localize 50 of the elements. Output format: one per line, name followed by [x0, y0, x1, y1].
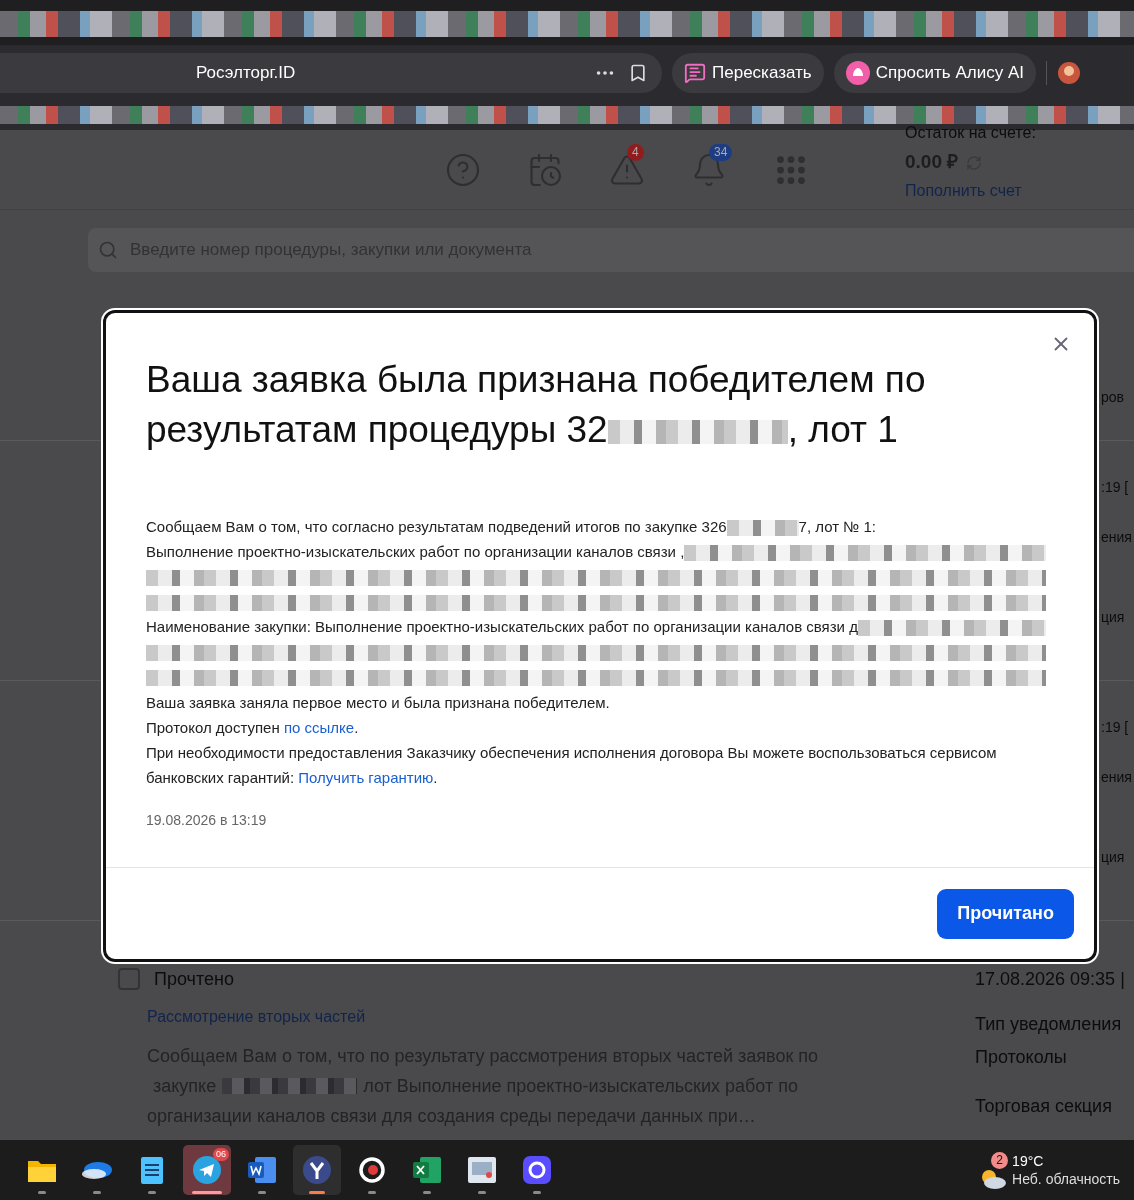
date-text: 17.08.2026 09:35 |	[975, 968, 1125, 991]
message-text: Протокол доступен по ссылке.	[146, 718, 360, 738]
toolbar-button[interactable]: Спросить Алису AI	[833, 52, 1036, 93]
type-value: Протоколы	[975, 1046, 1068, 1069]
taskbar-button[interactable]	[293, 1145, 341, 1195]
type-label: Тип уведомления	[975, 1013, 1123, 1036]
bookmark-icon[interactable]	[628, 62, 648, 83]
chat-icon[interactable]	[522, 1155, 552, 1185]
status-text: Прочтено	[154, 967, 234, 991]
message-sparkle-icon	[684, 61, 706, 84]
section-label: ция	[1101, 848, 1126, 867]
message-text: 7, лот № 1:	[798, 517, 877, 538]
message-text: При необходимости предоставления Заказчику обеспечения исполнения договора Вы можете воспользоваться сервисом банковских гарантий: Получить гарантию.	[146, 743, 998, 788]
search-icon	[98, 240, 118, 260]
date-text: :19 [	[1101, 718, 1130, 737]
assistant-icon	[845, 60, 870, 85]
site-title: Росэлторг.ID	[196, 61, 296, 84]
monitor-icon[interactable]	[467, 1156, 497, 1184]
date-text: :19 [	[1101, 478, 1130, 497]
count-badge: 4	[627, 143, 644, 161]
address-bar[interactable]: Росэлторг.ID	[0, 52, 662, 93]
browser-icon[interactable]	[302, 1155, 332, 1185]
message-text: Сообщаем Вам о том, что согласно результатам подведений итогов по закупке 326	[146, 517, 727, 538]
cloud-icon[interactable]	[81, 1159, 113, 1181]
notepad-icon[interactable]	[140, 1155, 164, 1185]
message-text: Наименование закупки: Выполнение проектно-изыскательских работ по организации каналов связи д	[146, 617, 858, 638]
timestamp: 19.08.2026 в 13:19	[146, 811, 268, 830]
type-label: ения	[1101, 528, 1133, 547]
weather-text: Неб. облачность	[1012, 1170, 1120, 1188]
section-label: ция	[1101, 608, 1126, 627]
spreadsheet-icon[interactable]	[412, 1156, 442, 1184]
balance-label: Остаток на счете:	[905, 124, 1036, 143]
dialog-title: Ваша заявка была признана победителем по результатам процедуры 32 , лот 1	[146, 358, 927, 452]
avatar-icon[interactable]	[1057, 60, 1081, 85]
status-text: ров	[1101, 388, 1125, 407]
type-label: ения	[1101, 768, 1133, 787]
count-badge: 34	[709, 143, 733, 161]
message-text: Ваша заявка заняла первое место и была признана победителем.	[146, 693, 611, 713]
target-icon[interactable]	[358, 1156, 386, 1184]
count-badge: 2	[991, 1151, 1009, 1169]
taskbar-button[interactable]: 06	[183, 1145, 231, 1195]
toolbar-button[interactable]: Пересказать	[672, 52, 824, 93]
count-badge: 06	[213, 1148, 229, 1161]
document-icon[interactable]	[247, 1156, 277, 1184]
temperature-text: 19°C	[1012, 1152, 1045, 1170]
read-button[interactable]: Прочитано	[937, 888, 1074, 939]
section-label: Торговая секция	[975, 1095, 1113, 1118]
message-text: Выполнение проектно-изыскательских работ по организации каналов связи ,	[146, 542, 685, 563]
link[interactable]: по ссылке	[283, 719, 355, 736]
paper-plane-icon[interactable]	[192, 1155, 222, 1185]
